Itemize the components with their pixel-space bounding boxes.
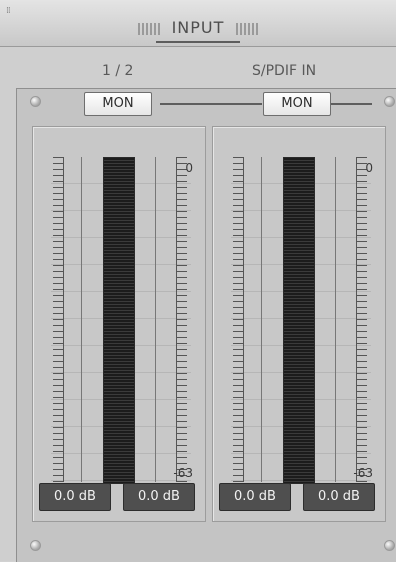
screw-icon	[30, 96, 41, 107]
left-deco-icon	[137, 22, 160, 35]
scale-line	[155, 157, 156, 482]
header-underline	[156, 41, 240, 43]
level-meter	[103, 157, 135, 484]
header-title: INPUT	[171, 18, 225, 37]
link-line	[330, 103, 372, 105]
scale-right	[176, 157, 187, 482]
db-display-left: 0.0 dB	[39, 483, 111, 511]
channel-label-1-2: 1 / 2	[102, 63, 134, 79]
mon-button-spdif-in[interactable]: MON	[263, 92, 331, 116]
scale-left	[53, 157, 64, 482]
db-display-left: 0.0 dB	[219, 483, 291, 511]
level-meter	[283, 157, 315, 484]
scale-line	[261, 157, 262, 482]
channel-label-spdif-in: S/PDIF IN	[252, 63, 317, 79]
scale-left	[233, 157, 244, 482]
meter-area: 0 -63	[51, 157, 193, 484]
screw-icon	[384, 96, 395, 107]
db-display-right: 0.0 dB	[303, 483, 375, 511]
link-line	[160, 103, 262, 105]
header-title-row: INPUT	[0, 18, 396, 37]
scale-line	[81, 157, 82, 482]
input-header: ⁞⁞ INPUT	[0, 0, 396, 47]
db-display-right: 0.0 dB	[123, 483, 195, 511]
scale-line	[335, 157, 336, 482]
mon-button-1-2[interactable]: MON	[84, 92, 152, 116]
grip-icon: ⁞⁞	[6, 6, 11, 16]
scale-right	[356, 157, 367, 482]
scale-label-top: 0	[365, 161, 373, 175]
screw-icon	[30, 540, 41, 551]
meter-box-1-2: 0 -63 0.0 dB 0.0 dB	[32, 126, 206, 522]
input-module: ⁞⁞ INPUT 1 / 2 S/PDIF IN MON MON 0 -63 0…	[0, 0, 396, 562]
scale-label-bottom: -63	[173, 466, 193, 480]
right-deco-icon	[236, 22, 259, 35]
screw-icon	[384, 540, 395, 551]
meter-area: 0 -63	[231, 157, 373, 484]
scale-label-top: 0	[185, 161, 193, 175]
meter-box-spdif-in: 0 -63 0.0 dB 0.0 dB	[212, 126, 386, 522]
scale-label-bottom: -63	[353, 466, 373, 480]
